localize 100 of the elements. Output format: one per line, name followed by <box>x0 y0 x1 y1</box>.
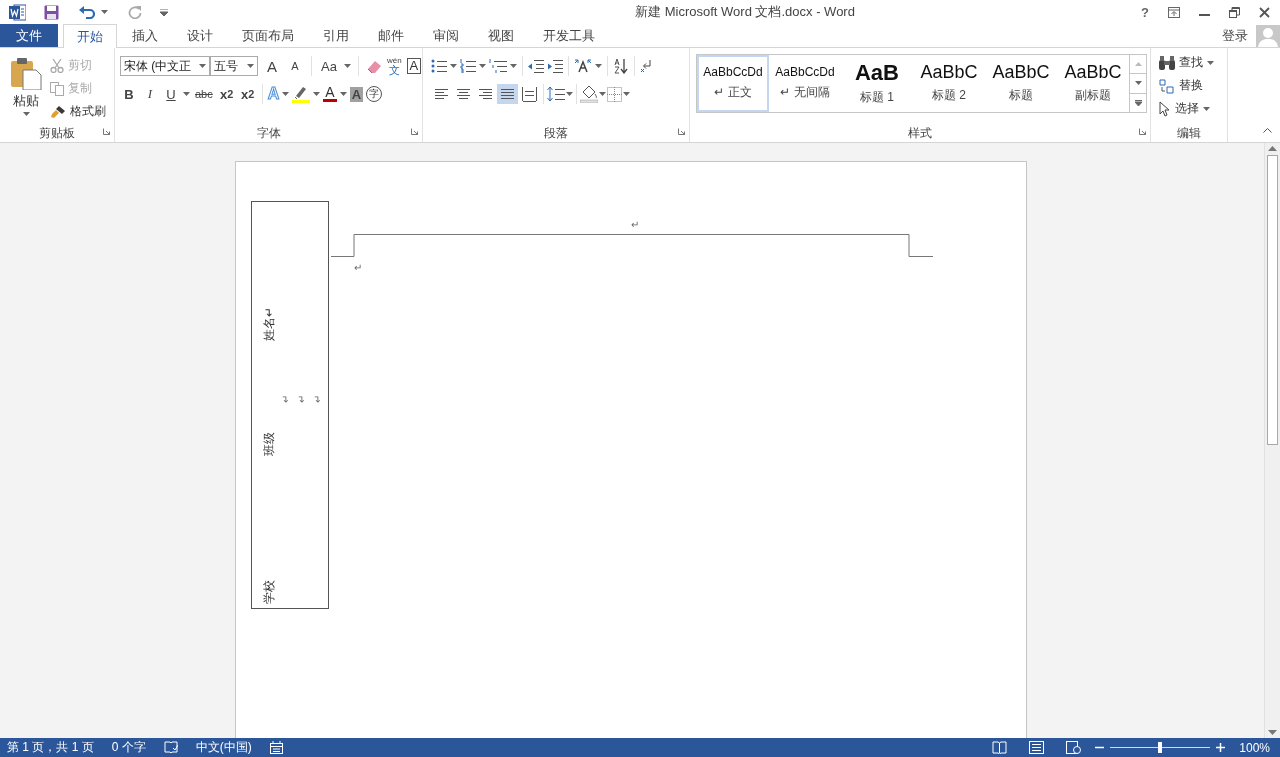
slider-thumb[interactable] <box>1158 742 1163 753</box>
menu-tab[interactable]: 审阅 <box>419 24 473 47</box>
caret-icon[interactable] <box>510 64 517 68</box>
caret-icon[interactable] <box>450 64 457 68</box>
restore-icon[interactable] <box>1229 6 1240 18</box>
borders-icon[interactable] <box>607 86 622 102</box>
menu-tab[interactable]: 开始 <box>63 24 117 48</box>
find-button[interactable]: 查找 <box>1159 51 1227 74</box>
select-button[interactable]: 选择 <box>1159 97 1227 120</box>
menu-tab[interactable]: 视图 <box>474 24 528 47</box>
grow-font-button[interactable]: A <box>263 56 281 76</box>
menu-tab[interactable]: 邮件 <box>364 24 418 47</box>
character-shading-button[interactable]: A <box>349 86 364 102</box>
close-icon[interactable] <box>1259 6 1270 18</box>
word-icon[interactable] <box>9 3 26 21</box>
replace-button[interactable]: 替换 <box>1159 74 1227 97</box>
decrease-indent-icon[interactable] <box>528 59 544 73</box>
web-layout-icon[interactable] <box>1066 741 1082 754</box>
shading-icon[interactable] <box>580 85 598 103</box>
caret-icon[interactable] <box>282 92 290 96</box>
style-gallery-item[interactable]: AaB 标题 1 <box>841 55 913 112</box>
strike-button[interactable]: abc <box>193 84 215 104</box>
scroll-thumb[interactable] <box>1267 155 1278 445</box>
caret-icon[interactable] <box>343 64 351 68</box>
dialog-launcher-icon[interactable] <box>103 128 110 135</box>
align-justify-button[interactable] <box>497 84 518 104</box>
shrink-font-button[interactable]: A <box>286 56 304 76</box>
style-gallery-item[interactable]: AaBbC 标题 <box>985 55 1057 112</box>
dialog-launcher-icon[interactable] <box>678 128 685 135</box>
caret-icon[interactable] <box>313 92 321 96</box>
bullets-icon[interactable] <box>431 59 447 73</box>
style-gallery-item[interactable]: AaBbCcDd ↵ 无间隔 <box>769 55 841 112</box>
menu-tab[interactable]: 页面布局 <box>228 24 308 47</box>
print-layout-icon[interactable] <box>1029 741 1045 754</box>
dialog-launcher-icon[interactable] <box>411 128 418 135</box>
menu-tab[interactable]: 开发工具 <box>529 24 609 47</box>
proofing-icon[interactable] <box>163 741 178 754</box>
caret-icon[interactable] <box>199 64 206 68</box>
align-distributed-button[interactable] <box>519 84 540 104</box>
caret-icon[interactable] <box>623 92 630 96</box>
zoom-level[interactable]: 100% <box>1239 740 1270 755</box>
macro-icon[interactable] <box>269 741 283 754</box>
vertical-text-box[interactable]: 学校 班级 姓名↵ ↵ ↵ ↵ <box>251 201 329 609</box>
vertical-scrollbar[interactable] <box>1264 143 1280 738</box>
binoculars-icon <box>1159 55 1175 70</box>
menu-tab[interactable]: 插入 <box>118 24 172 47</box>
caret-icon[interactable] <box>247 64 254 68</box>
caret-icon[interactable] <box>339 92 347 96</box>
word-count[interactable]: 0 个字 <box>111 739 146 756</box>
font-size-field[interactable]: 五号 <box>210 56 258 76</box>
asian-layout-icon[interactable] <box>574 59 592 73</box>
menu-tab[interactable]: 设计 <box>173 24 227 47</box>
help-button[interactable]: ? <box>1141 4 1149 20</box>
highlighter-icon[interactable] <box>292 85 311 103</box>
phonetic-guide-button[interactable]: wén 文 <box>386 57 402 75</box>
caret-icon[interactable] <box>595 64 602 68</box>
caret-icon[interactable] <box>183 92 190 96</box>
zoom-in-icon[interactable] <box>1216 743 1226 752</box>
painter-button[interactable]: 格式刷 <box>50 100 106 123</box>
multilevel-list-icon[interactable] <box>489 59 507 73</box>
scroll-down-icon[interactable] <box>1268 730 1277 735</box>
caret-icon[interactable] <box>479 64 486 68</box>
sort-icon[interactable] <box>613 58 629 74</box>
zoom-slider[interactable] <box>1110 742 1211 753</box>
caret-icon[interactable] <box>1207 60 1214 65</box>
scroll-up-icon[interactable] <box>1268 146 1277 151</box>
caret-icon[interactable] <box>1203 106 1210 111</box>
style-gallery-item[interactable]: AaBbCcDd ↵ 正文 <box>697 55 769 112</box>
bold-button[interactable]: B <box>120 84 138 104</box>
undo-icon[interactable] <box>79 5 95 19</box>
italic-button[interactable]: I <box>141 84 159 104</box>
read-mode-icon[interactable] <box>992 741 1008 754</box>
collapse-ribbon-icon[interactable] <box>1263 128 1272 133</box>
paste-button[interactable]: 粘贴 <box>6 54 46 125</box>
font-name-field[interactable]: 宋体 (中文正 <box>120 56 210 76</box>
style-gallery-item[interactable]: AaBbC 标题 2 <box>913 55 985 112</box>
caret-icon[interactable] <box>599 92 606 96</box>
change-case-button[interactable]: Aa <box>319 56 339 76</box>
more-styles-icon[interactable] <box>1134 99 1142 106</box>
page-count[interactable]: 第 1 页，共 1 页 <box>7 739 94 756</box>
menu-tab[interactable]: 引用 <box>309 24 363 47</box>
paragraph-mark-icon[interactable] <box>640 59 652 73</box>
scroll-down-icon[interactable] <box>1134 81 1142 86</box>
style-gallery-item[interactable]: AaBbC 副标题 <box>1057 55 1129 112</box>
caret-icon[interactable] <box>566 92 573 96</box>
numbering-icon[interactable] <box>460 59 476 73</box>
menu-tab[interactable]: 文件 <box>0 24 58 47</box>
underline-button[interactable]: U <box>162 84 180 104</box>
dialog-launcher-icon[interactable] <box>1139 128 1146 135</box>
caret-icon[interactable] <box>22 112 30 116</box>
language-indicator[interactable]: 中文(中国) <box>195 739 252 756</box>
font-color-button[interactable]: A <box>323 86 337 102</box>
customize-icon[interactable] <box>160 8 168 16</box>
character-border-button[interactable]: A <box>406 58 422 74</box>
increase-indent-icon[interactable] <box>547 59 563 73</box>
save-icon[interactable] <box>44 4 59 20</box>
sign-in-link[interactable]: 登录 <box>1222 26 1248 45</box>
caret-icon[interactable] <box>101 10 108 14</box>
line-spacing-icon[interactable] <box>547 86 565 102</box>
ribbon-display-icon[interactable] <box>1168 6 1180 18</box>
